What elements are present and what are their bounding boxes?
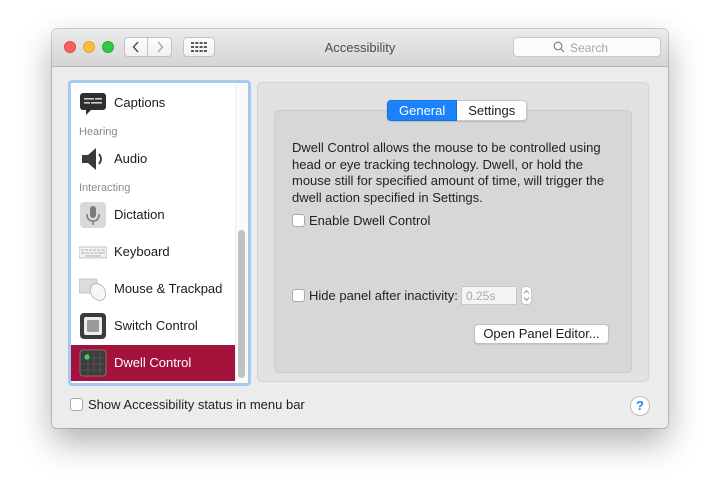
hide-panel-label: Hide panel after inactivity: [309,288,458,303]
switch-control-icon [80,313,106,339]
show-status-label: Show Accessibility status in menu bar [88,397,305,412]
sidebar-item-dictation[interactable]: Dictation [71,197,235,233]
stepper-arrows-icon [523,289,530,302]
enable-dwell-label: Enable Dwell Control [309,213,431,228]
tab-general[interactable]: General [387,100,458,121]
speaker-icon [82,148,102,170]
section-header-interacting: Interacting [79,182,131,194]
sidebar-item-label: Keyboard [114,244,170,259]
inactivity-time-field[interactable]: 0.25s [461,286,517,305]
title-bar: Accessibility Search [52,29,668,67]
content-pane: Dwell Control allows the mouse to be con… [257,82,649,382]
inactivity-stepper[interactable] [521,286,532,305]
tab-content-box: Dwell Control allows the mouse to be con… [274,110,632,373]
sidebar-item-label: Dwell Control [114,355,192,370]
open-panel-editor-button[interactable]: Open Panel Editor... [474,324,609,344]
sidebar-item-audio[interactable]: Audio [71,141,235,177]
sidebar-item-mouse-trackpad[interactable]: Mouse & Trackpad [71,271,235,307]
sidebar-item-label: Switch Control [114,318,198,333]
hide-panel-checkbox[interactable] [292,289,305,302]
sidebar-scroll-thumb[interactable] [238,230,245,378]
captions-icon [80,93,106,115]
sidebar-item-dwell-control[interactable]: Dwell Control [71,345,235,381]
sidebar-item-label: Audio [114,151,148,166]
search-field[interactable]: Search [513,37,661,57]
sidebar-item-switch-control[interactable]: Switch Control [71,308,235,344]
search-icon [553,41,565,53]
enable-dwell-checkbox[interactable] [292,214,305,227]
section-header-hearing: Hearing [79,126,118,138]
description-text: Dwell Control allows the mouse to be con… [292,140,605,205]
dwell-control-icon [79,349,107,377]
preferences-window: Accessibility Search Captions Hearing Au… [52,29,668,428]
help-button[interactable]: ? [630,396,650,416]
tab-settings[interactable]: Settings [457,100,528,121]
sidebar-item-keyboard[interactable]: Keyboard [71,234,235,270]
tab-bar: General Settings [387,100,528,121]
sidebar-item-captions[interactable]: Captions [71,85,235,121]
sidebar-item-label: Mouse & Trackpad [114,281,223,296]
sidebar-item-label: Dictation [114,207,165,222]
keyboard-icon [79,246,107,259]
microphone-icon [80,202,106,228]
show-status-checkbox[interactable] [70,398,83,411]
sidebar-list[interactable]: Captions Hearing Audio Interacting Dicta… [68,80,251,386]
search-placeholder: Search [570,41,609,55]
sidebar-item-label: Captions [114,95,166,110]
mouse-trackpad-icon [79,278,107,301]
